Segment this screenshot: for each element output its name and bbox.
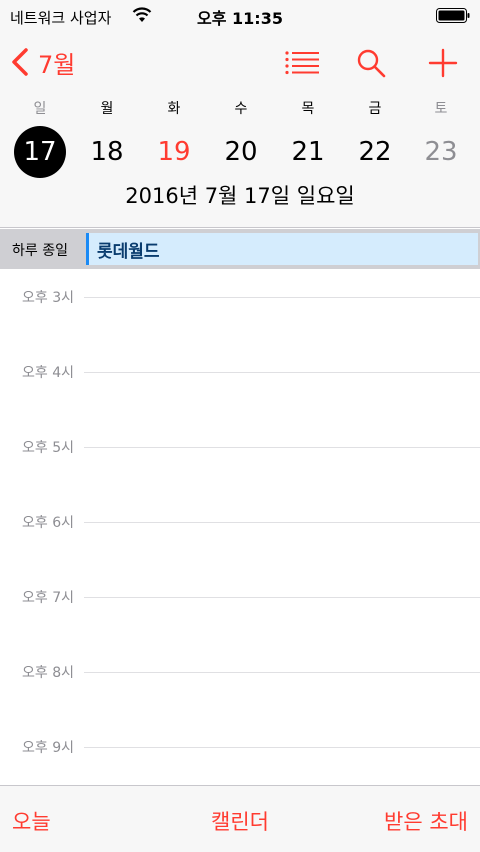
hour-divider [84,447,480,448]
date-cell-today[interactable]: 19 [146,126,202,178]
back-to-month-button[interactable]: 7월 [10,46,76,79]
date-cell-selected[interactable]: 17 [12,126,68,178]
hour-row: 오후 4시 [0,362,480,382]
hour-label: 오후 7시 [22,590,74,606]
date-cell[interactable]: 20 [213,126,269,178]
date-cell[interactable]: 21 [280,126,336,178]
all-day-event[interactable]: 롯데월드 [86,233,478,265]
hour-label: 오후 8시 [22,665,74,681]
hour-divider [84,297,480,298]
hour-row: 오후 5시 [0,437,480,457]
list-icon[interactable] [284,50,320,76]
back-label: 7월 [38,50,76,79]
date-cell[interactable]: 18 [79,126,135,178]
weekday-fri: 금 [368,101,382,117]
status-bar: 네트워크 사업자 오후 11:35 [0,0,480,32]
weekday-wed: 수 [234,101,248,117]
hour-divider [84,522,480,523]
hour-label: 오후 6시 [22,515,74,531]
weekday-sun: 일 [33,101,47,117]
weekday-mon: 월 [100,101,114,117]
battery-icon [436,8,470,23]
day-timeline[interactable]: 오후 3시 오후 4시 오후 5시 오후 6시 오후 7시 오후 8시 오후 9… [0,269,480,785]
hour-label: 오후 4시 [22,365,74,381]
hour-divider [84,372,480,373]
hour-divider [84,747,480,748]
all-day-label: 하루 종일 [12,243,68,259]
weekday-sat: 토 [434,101,448,117]
date-cell[interactable]: 23 [413,126,469,178]
chevron-left-icon [12,48,28,76]
hour-divider [84,597,480,598]
selected-full-date: 2016년 7월 17일 일요일 [125,184,355,208]
weekday-thu: 목 [301,101,315,117]
hour-row: 오후 8시 [0,662,480,682]
plus-icon[interactable] [428,48,458,78]
hour-row: 오후 3시 [0,287,480,307]
hour-row: 오후 9시 [0,737,480,757]
all-day-row: 하루 종일 롯데월드 [0,229,480,269]
hour-divider [84,672,480,673]
week-header: 일 월 화 수 목 금 토 17 18 19 20 21 22 23 2016년… [0,92,480,228]
search-icon[interactable] [356,48,386,78]
hour-label: 오후 9시 [22,740,74,756]
selected-date: 17 [14,126,66,178]
hour-label: 오후 3시 [22,290,74,306]
bottom-toolbar: 오늘 캘린더 받은 초대 [0,785,480,852]
date-row: 17 18 19 20 21 22 23 [0,124,480,180]
nav-bar: 7월 [0,32,480,92]
hour-label: 오후 5시 [22,440,74,456]
date-cell[interactable]: 22 [347,126,403,178]
status-time: 오후 11:35 [197,9,283,28]
hour-row: 오후 6시 [0,512,480,532]
inbox-button[interactable]: 받은 초대 [384,806,468,836]
hour-row: 오후 7시 [0,587,480,607]
weekday-tue: 화 [167,101,181,117]
weekday-row: 일 월 화 수 목 금 토 [0,92,480,122]
